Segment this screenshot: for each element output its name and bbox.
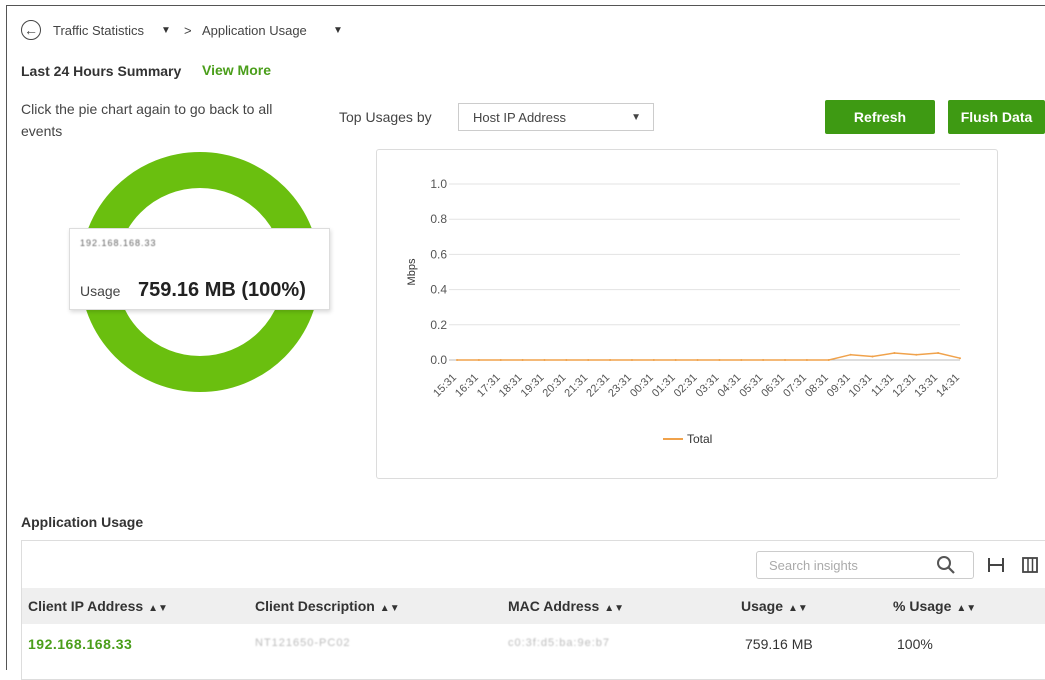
row-usage: 759.16 MB: [745, 636, 813, 652]
x-tick-label: 23:31: [606, 372, 634, 400]
row-client-ip[interactable]: 192.168.168.33: [28, 636, 132, 652]
chevron-down-icon: ▼: [631, 112, 641, 123]
data-point: [740, 359, 743, 361]
x-tick-label: 10:31: [847, 372, 875, 400]
x-tick-label: 04:31: [715, 372, 743, 400]
data-point: [543, 359, 546, 361]
data-point: [587, 359, 590, 361]
sort-icon[interactable]: ▲▼: [788, 603, 808, 614]
top-usages-select[interactable]: Host IP Address ▼: [458, 103, 654, 131]
column-header-percent-usage[interactable]: % Usage ▲▼: [893, 598, 976, 614]
flush-data-button[interactable]: Flush Data: [948, 100, 1045, 134]
column-header-client-description[interactable]: Client Description ▲▼: [255, 598, 400, 614]
back-icon[interactable]: ←: [21, 20, 41, 40]
data-point: [805, 359, 808, 361]
data-point: [609, 359, 612, 361]
x-tick-label: 18:31: [497, 372, 525, 400]
search-icon[interactable]: [936, 555, 956, 575]
data-point: [521, 359, 524, 361]
summary-title: Last 24 Hours Summary: [21, 63, 182, 79]
x-tick-label: 13:31: [912, 372, 940, 400]
x-tick-label: 19:31: [519, 372, 547, 400]
breadcrumb-application-usage[interactable]: Application Usage: [202, 23, 307, 38]
x-tick-label: 21:31: [562, 372, 590, 400]
sort-icon[interactable]: ▲▼: [380, 603, 400, 614]
data-point: [565, 359, 568, 361]
data-point: [915, 353, 918, 356]
x-tick-label: 08:31: [803, 372, 831, 400]
series-line-total: [457, 352, 961, 361]
column-resize-icon[interactable]: [987, 556, 1005, 574]
x-tick-label: 07:31: [781, 372, 809, 400]
breadcrumb-separator: >: [184, 23, 192, 38]
columns-icon[interactable]: [1021, 556, 1039, 574]
x-tick-label: 22:31: [584, 372, 612, 400]
tooltip-usage-label: Usage: [80, 283, 121, 299]
legend-label[interactable]: Total: [687, 432, 712, 446]
sort-icon[interactable]: ▲▼: [148, 603, 168, 614]
x-tick-label: 03:31: [694, 372, 722, 400]
data-point: [456, 359, 458, 361]
x-tick-label: 01:31: [650, 372, 678, 400]
pie-tooltip: 192.168.168.33 Usage 759.16 MB (100%): [69, 228, 330, 310]
x-tick-label: 16:31: [453, 372, 481, 400]
data-point: [499, 359, 502, 361]
column-header-usage[interactable]: Usage ▲▼: [741, 598, 808, 614]
sort-icon[interactable]: ▲▼: [956, 603, 976, 614]
x-tick-label: 14:31: [934, 372, 962, 400]
data-point: [630, 359, 633, 361]
row-percent-usage: 100%: [897, 636, 933, 652]
data-point: [674, 359, 677, 361]
data-point: [959, 357, 961, 360]
x-tick-label: 02:31: [672, 372, 700, 400]
y-tick-label: 0.4: [430, 283, 447, 297]
data-point: [871, 355, 874, 358]
line-chart-card: 0.0 0.2 0.4 0.6 0.8 1.0 Mbps 15:31 16:31 17:31 18:…: [376, 149, 998, 479]
x-tick-label: 00:31: [628, 372, 656, 400]
row-client-description: NT121650-PC02: [255, 637, 351, 649]
y-tick-label: 1.0: [430, 177, 447, 191]
chevron-down-icon[interactable]: ▼: [333, 25, 343, 36]
data-point: [762, 359, 765, 361]
x-tick-label: 15:31: [431, 372, 459, 400]
refresh-button[interactable]: Refresh: [825, 100, 935, 134]
x-tick-label: 06:31: [759, 372, 787, 400]
data-point: [696, 359, 699, 361]
x-tick-label: 09:31: [825, 372, 853, 400]
tooltip-usage-value: 759.16 MB (100%): [138, 279, 306, 301]
select-value: Host IP Address: [473, 110, 566, 125]
column-header-client-ip[interactable]: Client IP Address ▲▼: [28, 598, 168, 614]
x-tick-label: 12:31: [890, 372, 918, 400]
tooltip-ip: 192.168.168.33: [80, 238, 157, 248]
y-axis-label: Mbps: [406, 258, 418, 285]
data-point: [718, 359, 721, 361]
sort-icon[interactable]: ▲▼: [604, 603, 624, 614]
chevron-down-icon[interactable]: ▼: [161, 25, 171, 36]
y-tick-label: 0.2: [430, 318, 447, 332]
row-mac-address: c0:3f:d5:ba:9e:b7: [508, 637, 611, 649]
breadcrumb-traffic-statistics[interactable]: Traffic Statistics: [53, 23, 144, 38]
data-point: [827, 359, 830, 361]
y-tick-label: 0.6: [430, 247, 447, 261]
data-point: [784, 359, 787, 361]
x-tick-label: 20:31: [541, 372, 569, 400]
x-tick-label: 11:31: [869, 372, 896, 399]
application-usage-title: Application Usage: [21, 514, 144, 530]
usage-line-chart: 0.0 0.2 0.4 0.6 0.8 1.0 Mbps 15:3116:3117:3118:…: [406, 177, 962, 446]
pie-hint: Click the pie chart again to go back to …: [21, 101, 273, 139]
data-point: [849, 353, 852, 356]
y-tick-label: 0.0: [430, 353, 447, 367]
column-header-mac-address[interactable]: MAC Address ▲▼: [508, 598, 624, 614]
top-usages-label: Top Usages by: [339, 109, 432, 125]
data-point: [477, 359, 480, 361]
y-tick-label: 0.8: [430, 212, 447, 226]
data-point: [893, 351, 896, 354]
data-point: [652, 359, 655, 361]
x-tick-label: 05:31: [737, 372, 765, 400]
view-more-link[interactable]: View More: [202, 62, 271, 78]
x-tick-label: 17:31: [475, 372, 503, 400]
data-point: [937, 351, 940, 354]
